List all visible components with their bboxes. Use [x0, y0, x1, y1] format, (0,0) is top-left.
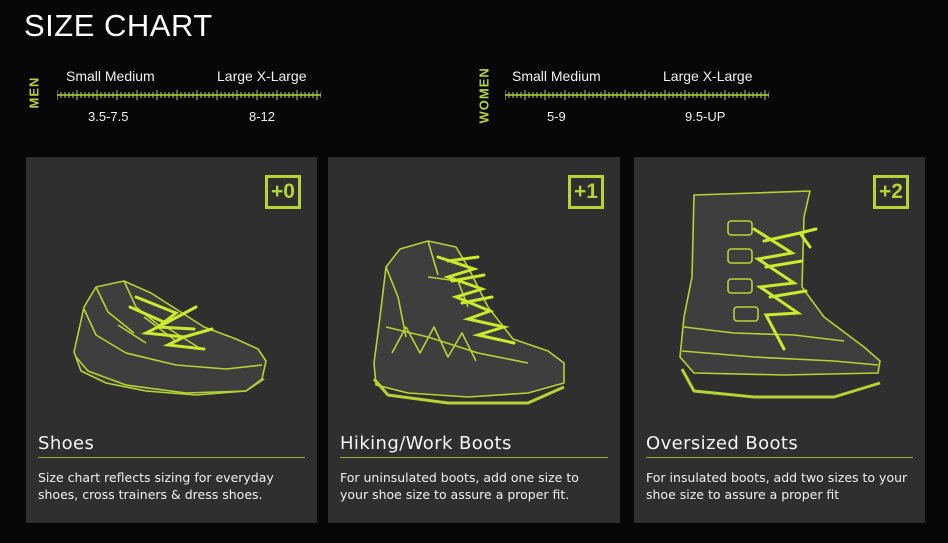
men-label: MEN: [26, 76, 42, 109]
women-label: WOMEN: [476, 67, 492, 124]
men-size-ruler: [57, 90, 321, 100]
panel-title: Oversized Boots: [646, 433, 913, 458]
panel-description: For insulated boots, add two sizes to yo…: [646, 470, 908, 502]
women-size-ruler: [505, 90, 769, 100]
size-adjust-badge: +1: [568, 175, 604, 209]
size-adjust-badge: +2: [873, 175, 909, 209]
men-small-medium-range: 3.5-7.5: [88, 109, 129, 124]
women-small-medium-label: Small Medium: [512, 68, 601, 84]
hiking-boots-panel: +1 Hiking/Work Boots For uninsulated boo…: [328, 157, 620, 523]
shoes-panel: +0 Shoes Size chart reflects sizing for …: [26, 157, 317, 523]
panel-description: Size chart reflects sizing for everyday …: [38, 470, 274, 502]
panel-description: For uninsulated boots, add one size to y…: [340, 470, 579, 502]
panel-title: Hiking/Work Boots: [340, 433, 608, 458]
page-title: SIZE CHART: [24, 8, 213, 43]
men-large-xlarge-label: Large X-Large: [217, 68, 307, 84]
panel-title: Shoes: [38, 433, 305, 458]
women-small-medium-range: 5-9: [547, 109, 566, 124]
oversized-boots-panel: +2 Oversized Boots For insulated boots, …: [634, 157, 925, 523]
women-large-xlarge-label: Large X-Large: [663, 68, 753, 84]
men-large-xlarge-range: 8-12: [249, 109, 276, 124]
size-adjust-badge: +0: [265, 175, 301, 209]
men-small-medium-label: Small Medium: [66, 68, 155, 84]
women-large-xlarge-range: 9.5-UP: [685, 109, 726, 124]
